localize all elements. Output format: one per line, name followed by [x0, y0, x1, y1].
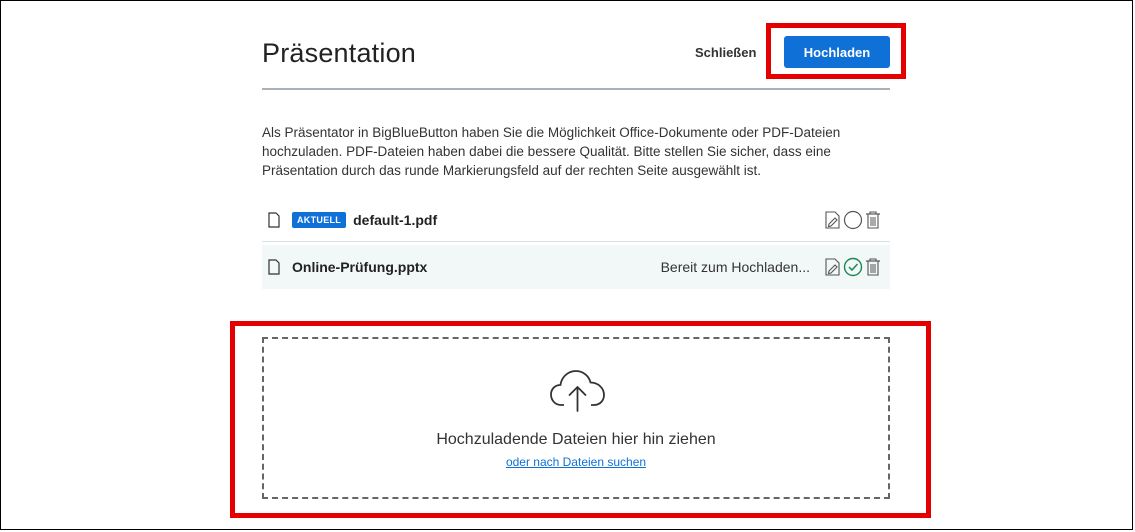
select-circle-icon[interactable] — [842, 209, 864, 231]
file-actions — [824, 209, 882, 231]
file-name: default-1.pdf — [353, 211, 438, 228]
file-row: Online-Prüfung.pptx Bereit zum Hochladen… — [262, 245, 890, 289]
document-icon — [268, 259, 280, 275]
file-row: AKTUELL default-1.pdf — [262, 198, 890, 242]
file-actions — [824, 256, 882, 278]
presentation-modal: Präsentation Schließen Hochladen Als Prä… — [0, 0, 1133, 530]
modal-title: Präsentation — [262, 38, 416, 68]
dropzone-highlight — [230, 321, 931, 518]
current-badge: AKTUELL — [292, 211, 347, 228]
file-name: Online-Prüfung.pptx — [292, 259, 428, 275]
edit-download-icon[interactable] — [824, 257, 842, 277]
check-circle-icon[interactable] — [842, 256, 864, 278]
trash-icon[interactable] — [864, 257, 882, 277]
upload-button-highlight — [766, 23, 906, 79]
trash-icon[interactable] — [864, 210, 882, 230]
close-button[interactable]: Schließen — [695, 45, 756, 60]
file-status: Bereit zum Hochladen... — [660, 259, 810, 275]
document-icon — [268, 211, 280, 228]
modal-description: Als Präsentator in BigBlueButton haben S… — [262, 125, 841, 178]
header-divider — [262, 88, 890, 90]
edit-download-icon[interactable] — [824, 210, 842, 230]
